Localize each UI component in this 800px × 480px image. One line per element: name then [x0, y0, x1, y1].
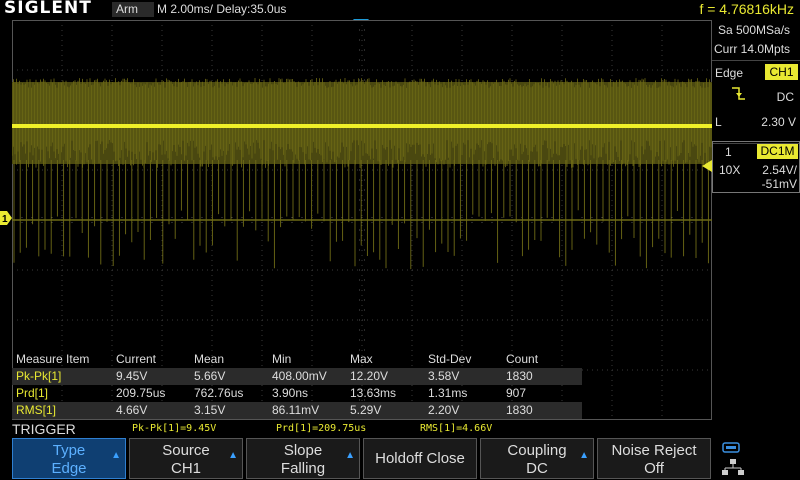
std-dev-value: 1.31ms	[428, 386, 468, 400]
memory-depth: Curr 14.0Mpts	[714, 42, 791, 56]
count-value: 1830	[506, 403, 533, 417]
softkey-value: DC	[526, 460, 548, 477]
falling-edge-icon	[732, 87, 745, 100]
stat-prd: Prd[1]=209.75us	[276, 423, 367, 434]
measurement-header-row: Measure Item Current Mean Min Max Std-De…	[12, 351, 582, 368]
sample-rate: Sa 500MSa/s	[718, 23, 791, 37]
softkey-label: Type	[52, 442, 86, 459]
std-dev-value: 3.58V	[428, 369, 460, 383]
trigger-type: Edge	[715, 66, 744, 80]
softkey-holdoff[interactable]: Holdoff Close	[363, 438, 477, 479]
current-value: 4.66V	[116, 403, 148, 417]
table-row: RMS[1] 4.66V 3.15V 86.11mV 5.29V 2.20V 1…	[12, 402, 582, 419]
softkey-slope[interactable]: Slope Falling ▲	[246, 438, 360, 479]
softkey-value: Edge	[51, 460, 87, 477]
min-value: 408.00mV	[272, 369, 327, 383]
trigger-level-value: 2.30 V	[761, 115, 796, 129]
max-value: 13.63ms	[350, 386, 397, 400]
softkey-label: Coupling	[507, 442, 567, 459]
channel1-ground-marker[interactable]: 1	[0, 211, 12, 225]
stat-pkpk: Pk-Pk[1]=9.45V	[132, 423, 217, 434]
softkey-label: Noise Reject	[611, 442, 697, 459]
timebase-readout: M 2.00ms/ Delay:35.0us	[157, 2, 287, 16]
min-value: 86.11mV	[272, 403, 320, 417]
run-state-indicator[interactable]: Arm	[112, 2, 154, 17]
softkey-noise-reject[interactable]: Noise Reject Off	[597, 438, 711, 479]
softkey-label: Source	[162, 442, 210, 459]
header-measure-item: Measure Item	[16, 352, 90, 366]
current-value: 9.45V	[116, 369, 148, 383]
measurement-table: Measure Item Current Mean Min Max Std-De…	[12, 351, 582, 419]
chevron-up-icon: ▲	[345, 450, 355, 461]
max-value: 12.20V	[350, 369, 389, 383]
trigger-source-badge: CH1	[765, 64, 798, 80]
chevron-up-icon: ▲	[111, 450, 121, 461]
softkey-label: Slope	[283, 442, 323, 459]
min-value: 3.90ns	[272, 386, 309, 400]
trigger-level-label: L	[715, 115, 722, 129]
stat-rms: RMS[1]=4.66V	[420, 423, 493, 434]
count-value: 1830	[506, 369, 533, 383]
softkey-type[interactable]: Type Edge ▲	[12, 438, 126, 479]
softkey-value: Falling	[280, 460, 326, 477]
mean-value: 5.66V	[194, 369, 226, 383]
measure-item-label: Prd[1]	[16, 386, 49, 400]
max-value: 5.29V	[350, 403, 382, 417]
vertical-scale: 2.54V/	[762, 163, 797, 177]
current-value: 209.75us	[116, 386, 166, 400]
trigger-coupling: DC	[776, 90, 794, 104]
header-count: Count	[506, 352, 539, 366]
mean-value: 3.15V	[194, 403, 226, 417]
table-row: Prd[1] 209.75us 762.76us 3.90ns 13.63ms …	[12, 385, 582, 402]
header-mean: Mean	[194, 352, 225, 366]
header-std-dev: Std-Dev	[428, 352, 472, 366]
probe-attenuation: 10X	[719, 163, 741, 177]
mean-value: 762.76us	[194, 386, 244, 400]
usb-icon	[722, 442, 740, 453]
header-current: Current	[116, 352, 157, 366]
menu-title: TRIGGER	[12, 421, 76, 437]
softkey-value: Off	[644, 460, 664, 477]
svg-text:1: 1	[2, 214, 8, 225]
trigger-level-marker[interactable]	[700, 160, 712, 172]
softkey-label: Holdoff Close	[375, 450, 465, 467]
softkey-source[interactable]: Source CH1 ▲	[129, 438, 243, 479]
header-max: Max	[350, 352, 373, 366]
vertical-offset: -51mV	[761, 177, 797, 191]
table-row: Pk-Pk[1] 9.45V 5.66V 408.00mV 12.20V 3.5…	[12, 368, 582, 385]
header-min: Min	[272, 352, 292, 366]
chevron-up-icon: ▲	[579, 450, 589, 461]
chevron-up-icon: ▲	[228, 450, 238, 461]
channel-coupling-badge: DC1M	[757, 144, 798, 159]
brand-logo: SIGLENT	[4, 0, 92, 18]
std-dev-value: 2.20V	[428, 403, 460, 417]
right-info-panel: Sa 500MSa/s Curr 14.0Mpts Edge CH1 DC L …	[712, 20, 800, 420]
softkey-value: CH1	[170, 460, 201, 477]
measure-item-label: Pk-Pk[1]	[16, 369, 62, 383]
network-icon	[722, 459, 744, 475]
channel-number: 1	[725, 145, 732, 159]
frequency-counter: f = 4.76816kHz	[699, 1, 794, 17]
count-value: 907	[506, 386, 527, 400]
softkey-coupling[interactable]: Coupling DC ▲	[480, 438, 594, 479]
measure-item-label: RMS[1]	[16, 403, 57, 417]
channel1-info-box[interactable]: 1 DC1M 10X 2.54V/ -51mV	[712, 141, 800, 193]
trigger-info-box[interactable]: Edge CH1 DC L 2.30 V	[712, 60, 800, 144]
